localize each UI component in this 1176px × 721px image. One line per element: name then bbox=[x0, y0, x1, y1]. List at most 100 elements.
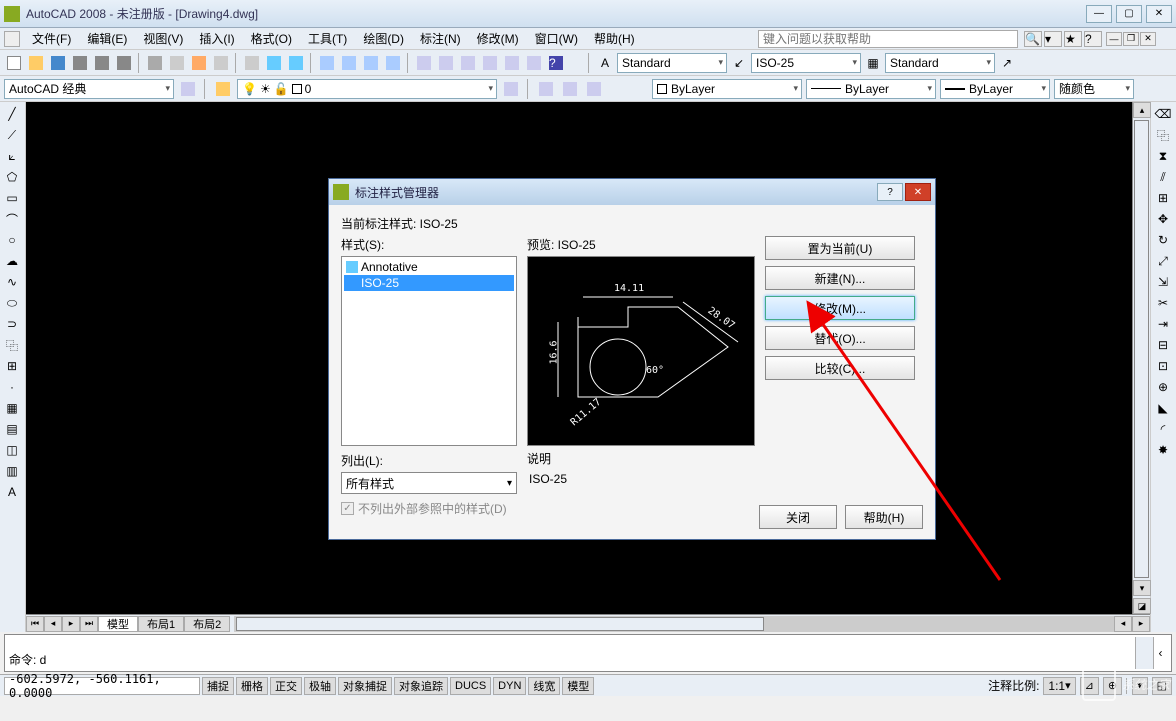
workspace-combo[interactable]: AutoCAD 经典 bbox=[4, 79, 174, 99]
infocenter-favorites-icon[interactable]: ★ bbox=[1064, 31, 1082, 47]
block-editor-button[interactable] bbox=[242, 53, 262, 73]
modify-style-button[interactable]: 修改(M)... bbox=[765, 296, 915, 320]
line-tool[interactable]: ╱ bbox=[2, 104, 22, 124]
grid-toggle[interactable]: 栅格 bbox=[236, 677, 268, 695]
dialog-help-footer-button[interactable]: 帮助(H) bbox=[845, 505, 923, 529]
layer-properties-button[interactable] bbox=[213, 79, 233, 99]
menu-view[interactable]: 视图(V) bbox=[135, 28, 191, 49]
statusbar-menu-button[interactable]: ▾ bbox=[1132, 677, 1148, 695]
list-item[interactable]: Annotative bbox=[344, 259, 514, 275]
menu-format[interactable]: 格式(O) bbox=[243, 28, 300, 49]
document-control-icon[interactable] bbox=[4, 31, 20, 47]
snap-toggle[interactable]: 捕捉 bbox=[202, 677, 234, 695]
quickcalc-button[interactable] bbox=[524, 53, 544, 73]
model-toggle[interactable]: 模型 bbox=[562, 677, 594, 695]
menu-help[interactable]: 帮助(H) bbox=[586, 28, 643, 49]
polyline-tool[interactable]: ⟀ bbox=[2, 146, 22, 166]
layer-combo[interactable]: 💡 ☀ 🔓 0 bbox=[237, 79, 497, 99]
polar-toggle[interactable]: 极轴 bbox=[304, 677, 336, 695]
dialog-help-button[interactable]: ? bbox=[877, 183, 903, 201]
table-tool[interactable]: ▥ bbox=[2, 461, 22, 481]
undo-button[interactable] bbox=[264, 53, 284, 73]
fillet-tool[interactable]: ◜ bbox=[1153, 419, 1173, 439]
dialog-titlebar[interactable]: 标注样式管理器 ? ✕ bbox=[329, 179, 935, 205]
override-button[interactable]: 替代(O)... bbox=[765, 326, 915, 350]
hscroll-right-button[interactable]: ▸ bbox=[1132, 616, 1150, 632]
dimstyle-icon[interactable]: ↙ bbox=[729, 53, 749, 73]
paste-button[interactable] bbox=[189, 53, 209, 73]
horizontal-scrollbar[interactable] bbox=[234, 616, 1114, 632]
sheet-set-button[interactable] bbox=[480, 53, 500, 73]
spline-tool[interactable]: ∿ bbox=[2, 272, 22, 292]
multileader-style-button[interactable]: ↗ bbox=[997, 53, 1017, 73]
menu-file[interactable]: 文件(F) bbox=[24, 28, 79, 49]
open-button[interactable] bbox=[26, 53, 46, 73]
command-handle-icon[interactable]: ‹ bbox=[1153, 637, 1167, 669]
zoom-window-button[interactable] bbox=[361, 53, 381, 73]
ellipse-arc-tool[interactable]: ⊃ bbox=[2, 314, 22, 334]
menu-modify[interactable]: 修改(M) bbox=[469, 28, 527, 49]
copy-button[interactable] bbox=[167, 53, 187, 73]
hatch-tool[interactable]: ▦ bbox=[2, 398, 22, 418]
arc-tool[interactable]: ⌒ bbox=[2, 209, 22, 229]
rectangle-tool[interactable]: ▭ bbox=[2, 188, 22, 208]
tablestyle-icon[interactable]: ▦ bbox=[863, 53, 883, 73]
revision-cloud-tool[interactable]: ☁ bbox=[2, 251, 22, 271]
circle-tool[interactable]: ○ bbox=[2, 230, 22, 250]
dimstyle-combo[interactable]: ISO-25 bbox=[751, 53, 861, 73]
stretch-tool[interactable]: ⇲ bbox=[1153, 272, 1173, 292]
scale-tool[interactable]: ⤢ bbox=[1153, 251, 1173, 271]
break-at-point-tool[interactable]: ⊟ bbox=[1153, 335, 1173, 355]
gradient-tool[interactable]: ▤ bbox=[2, 419, 22, 439]
color-combo[interactable]: ByLayer bbox=[652, 79, 802, 99]
listout-combo[interactable]: 所有样式 bbox=[341, 472, 517, 494]
doc-close-button[interactable]: ✕ bbox=[1140, 32, 1156, 46]
textstyle-combo[interactable]: Standard bbox=[617, 53, 727, 73]
match-properties-button[interactable] bbox=[211, 53, 231, 73]
extend-tool[interactable]: ⇥ bbox=[1153, 314, 1173, 334]
tab-last-button[interactable]: ⏭ bbox=[80, 616, 98, 632]
tab-first-button[interactable]: ⏮ bbox=[26, 616, 44, 632]
help-button[interactable]: ? bbox=[546, 53, 566, 73]
list-item[interactable]: ISO-25 bbox=[344, 275, 514, 291]
window-minimize-button[interactable]: — bbox=[1086, 5, 1112, 23]
textstyle-icon[interactable]: A bbox=[595, 53, 615, 73]
polygon-tool[interactable]: ⬠ bbox=[2, 167, 22, 187]
dialog-close-button[interactable]: ✕ bbox=[905, 183, 931, 201]
mirror-tool[interactable]: ⧗ bbox=[1153, 146, 1173, 166]
menu-insert[interactable]: 插入(I) bbox=[191, 28, 242, 49]
vertical-scrollbar[interactable]: ▴ ▾ ◪ bbox=[1132, 102, 1150, 614]
annotation-autoscale-button[interactable]: ⊕ bbox=[1103, 677, 1122, 695]
command-line[interactable]: 命令: d ‹ bbox=[4, 634, 1172, 672]
infocenter-search-icon[interactable]: 🔍 bbox=[1024, 31, 1042, 47]
clean-screen-button[interactable]: ◱ bbox=[1152, 677, 1172, 695]
plot-button[interactable] bbox=[70, 53, 90, 73]
point-tool[interactable]: · bbox=[2, 377, 22, 397]
layer-unisolate-button[interactable] bbox=[584, 79, 604, 99]
tool-palettes-button[interactable] bbox=[458, 53, 478, 73]
redo-button[interactable] bbox=[286, 53, 306, 73]
osnap-toggle[interactable]: 对象捕捉 bbox=[338, 677, 392, 695]
layer-isolate-button[interactable] bbox=[560, 79, 580, 99]
explode-tool[interactable]: ✸ bbox=[1153, 440, 1173, 460]
zoom-previous-button[interactable] bbox=[383, 53, 403, 73]
tab-layout2[interactable]: 布局2 bbox=[184, 616, 230, 632]
menu-edit[interactable]: 编辑(E) bbox=[79, 28, 135, 49]
erase-tool[interactable]: ⌫ bbox=[1153, 104, 1173, 124]
chamfer-tool[interactable]: ◣ bbox=[1153, 398, 1173, 418]
coordinates-display[interactable]: -602.5972, -560.1161, 0.0000 bbox=[4, 677, 200, 695]
new-button[interactable] bbox=[4, 53, 24, 73]
pan-button[interactable] bbox=[317, 53, 337, 73]
join-tool[interactable]: ⊕ bbox=[1153, 377, 1173, 397]
styles-listbox[interactable]: Annotative ISO-25 bbox=[341, 256, 517, 446]
make-block-tool[interactable]: ⊞ bbox=[2, 356, 22, 376]
copy-tool[interactable]: ⿻ bbox=[1153, 125, 1173, 145]
doc-minimize-button[interactable]: — bbox=[1106, 32, 1122, 46]
annotation-scale-combo[interactable]: 1:1 ▾ bbox=[1043, 677, 1075, 695]
move-tool[interactable]: ✥ bbox=[1153, 209, 1173, 229]
markup-button[interactable] bbox=[502, 53, 522, 73]
trim-tool[interactable]: ✂ bbox=[1153, 293, 1173, 313]
rotate-tool[interactable]: ↻ bbox=[1153, 230, 1173, 250]
window-close-button[interactable]: ✕ bbox=[1146, 5, 1172, 23]
lineweight-combo[interactable]: ByLayer bbox=[940, 79, 1050, 99]
